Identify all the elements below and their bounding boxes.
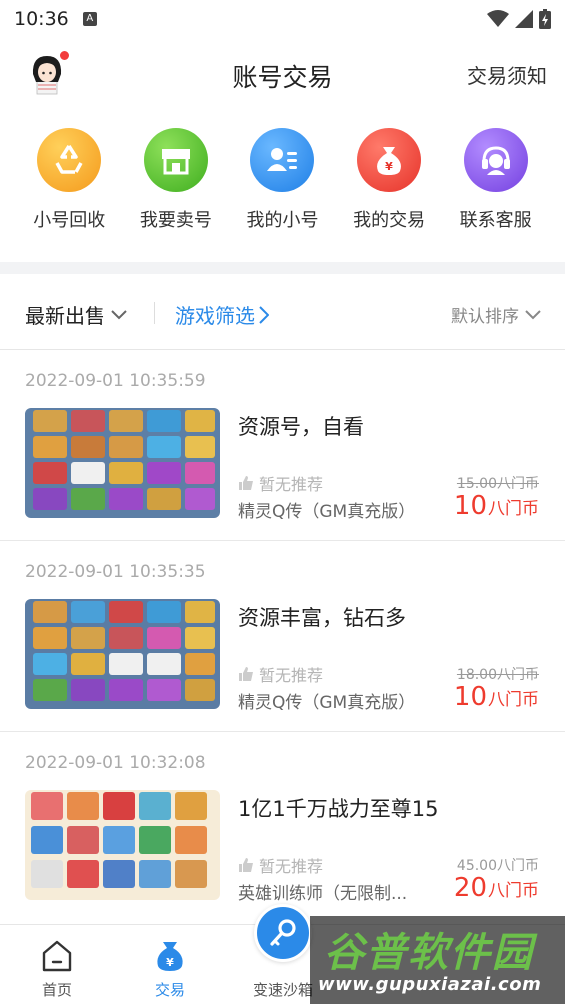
original-price: 15.00八门币 [456,476,539,492]
latest-sale-dropdown[interactable]: 最新出售 [25,300,127,329]
listing-item[interactable]: 2022-09-01 10:35:35 资源丰富，钻石多 暂无推荐 精灵Q传（G… [0,542,565,732]
chevron-down-icon [525,309,541,319]
price-value: 10 [453,491,487,521]
watermark-title: 谷普软件园 [324,930,534,976]
chevron-right-icon [259,305,269,324]
tab-label: 首页 [41,981,72,999]
wifi-icon [487,10,509,27]
status-indicators [487,9,551,29]
listing-thumbnail [25,599,220,709]
tab-label: 变速沙箱 [252,981,313,999]
quick-item-my-accounts[interactable]: 我的小号 [234,128,330,248]
price-unit: 八门币 [488,881,539,901]
tab-home[interactable]: 首页 [12,925,102,1004]
listing-thumbnail [25,790,220,900]
battery-icon [539,9,551,29]
notification-icon: A [82,12,97,26]
thumbs-up-icon [239,667,253,681]
price-value: 10 [453,682,487,712]
chevron-down-icon [111,309,127,319]
sort-label: 默认排序 [451,307,519,327]
trade-notice-link[interactable]: 交易须知 [467,60,547,89]
listing-time: 2022-09-01 10:35:59 [25,371,206,391]
key-icon [270,919,296,946]
watermark-url: www.gupuxiazai.com [318,974,542,995]
listing-time: 2022-09-01 10:32:08 [25,753,206,773]
svg-text:¥: ¥ [385,160,393,173]
quick-label: 小号回收 [33,210,106,231]
status-time: 10:36 [14,8,69,30]
quick-item-support[interactable]: 联系客服 [448,128,544,248]
price-unit: 八门币 [488,499,539,519]
watermark: 谷普软件园 www.gupuxiazai.com [310,916,565,1004]
quick-item-sell[interactable]: 我要卖号 [128,128,224,248]
sale-price: 10 八门币 [454,682,539,712]
svg-text:¥: ¥ [166,956,174,969]
listing-game: 精灵Q传（GM真充版） [238,502,416,522]
listing-game: 英雄训练师（无限制... [238,884,408,904]
price-value: 20 [453,873,487,903]
money-bag-icon: ¥ [153,939,187,973]
headset-icon [463,128,528,192]
recommend-label: 暂无推荐 [259,475,324,494]
original-price: 45.00八门币 [456,858,539,874]
sandbox-key-button[interactable] [254,904,312,962]
quick-item-my-trades[interactable]: ¥ 我的交易 [341,128,437,248]
thumbs-up-icon [239,858,253,872]
tab-trade[interactable]: ¥ 交易 [125,925,215,1004]
recycle-icon [37,128,102,192]
quick-label: 我要卖号 [139,210,212,231]
game-filter-label: 游戏筛选 [175,304,255,328]
quick-label: 我的小号 [246,210,319,231]
quick-label: 联系客服 [459,210,532,231]
tab-label: 交易 [154,981,185,999]
listing-time: 2022-09-01 10:35:35 [25,562,206,582]
listing-title: 资源号，自看 [238,415,364,439]
sale-price: 20 八门币 [454,873,539,903]
filter-separator [154,302,155,324]
sale-price: 10 八门币 [454,491,539,521]
quick-menu: 小号回收 我要卖号 我的小号 ¥ 我的交易 联系客服 [0,128,565,248]
thumbs-up-icon [239,476,253,490]
user-card-icon [250,128,315,192]
quick-item-recycle[interactable]: 小号回收 [21,128,117,248]
recommend-status: 暂无推荐 [238,471,323,495]
recommend-status: 暂无推荐 [238,853,323,877]
signal-icon [515,10,533,28]
home-icon [40,939,74,973]
listing-item[interactable]: 2022-09-01 10:32:08 1亿1千万战力至尊15 暂无推荐 英雄训… [0,733,565,923]
listing-game: 精灵Q传（GM真充版） [238,693,416,713]
money-bag-icon: ¥ [357,128,422,192]
listing-item[interactable]: 2022-09-01 10:35:59 资源号，自看 暂无推荐 精灵Q传（GM真… [0,351,565,541]
quick-label: 我的交易 [353,210,426,231]
price-unit: 八门币 [488,690,539,710]
listing-title: 资源丰富，钻石多 [238,606,406,630]
game-filter-button[interactable]: 游戏筛选 [175,300,269,329]
shop-icon [143,128,208,192]
status-bar: 10:36 A [0,0,565,38]
recommend-label: 暂无推荐 [259,666,324,685]
latest-sale-label: 最新出售 [25,304,105,328]
filter-bar: 最新出售 游戏筛选 默认排序 [0,274,565,350]
original-price: 18.00八门币 [456,667,539,683]
listing-thumbnail [25,408,220,518]
listing-title: 1亿1千万战力至尊15 [238,797,439,821]
header: 账号交易 交易须知 [0,38,565,110]
section-divider [0,262,565,274]
recommend-label: 暂无推荐 [259,857,324,876]
sort-dropdown[interactable]: 默认排序 [451,302,541,327]
recommend-status: 暂无推荐 [238,662,323,686]
